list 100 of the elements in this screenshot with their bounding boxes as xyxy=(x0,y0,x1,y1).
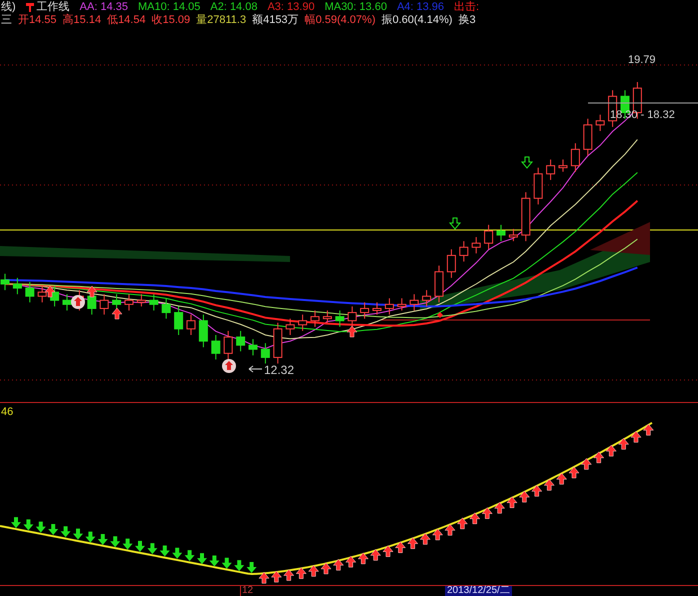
up-arrow-icon xyxy=(444,524,456,536)
down-arrow-icon xyxy=(85,532,96,543)
candlestick xyxy=(384,298,394,316)
candlestick xyxy=(322,310,332,324)
candlestick xyxy=(596,114,605,132)
down-arrow-icon xyxy=(172,548,182,559)
candlestick xyxy=(149,294,158,311)
candlestick xyxy=(224,330,233,360)
candlestick xyxy=(335,310,344,328)
quote-field: 收15.09 xyxy=(152,14,190,27)
circled-arrow-icon xyxy=(71,295,85,309)
candlestick xyxy=(546,159,556,180)
up-arrow-icon xyxy=(420,533,430,545)
price-label: 12.32 xyxy=(264,363,294,377)
down-arrow-icon xyxy=(48,524,58,535)
up-arrow-icon xyxy=(112,308,122,320)
candlestick xyxy=(496,224,506,242)
up-arrow-icon xyxy=(358,552,368,564)
window-title: 线) xyxy=(1,1,16,14)
candlestick xyxy=(0,273,10,291)
period-label: 三 xyxy=(1,14,12,27)
quote-field: 低14.54 xyxy=(107,14,146,27)
down-arrow-icon xyxy=(209,555,220,566)
candlestick xyxy=(248,338,258,356)
candlestick xyxy=(570,142,580,172)
down-arrow-icon xyxy=(60,526,71,538)
candlestick xyxy=(112,294,122,311)
up-arrow-icon xyxy=(606,444,616,456)
candlestick xyxy=(446,248,456,278)
quote-field: 量27811.3 xyxy=(196,14,246,27)
formula-name: 工作线 xyxy=(36,1,70,14)
down-arrow-icon xyxy=(110,536,120,548)
down-arrow-icon xyxy=(448,218,462,230)
candlestick xyxy=(434,265,444,303)
up-arrow-icon xyxy=(408,537,418,549)
candlestick xyxy=(186,314,196,336)
candlestick xyxy=(459,240,468,262)
candlestick xyxy=(273,322,282,364)
candlestick xyxy=(286,318,295,336)
down-arrow-icon xyxy=(11,517,21,528)
quote-field: 幅0.59(4.07%) xyxy=(304,14,376,27)
candlestick xyxy=(583,118,592,156)
up-arrow-icon xyxy=(44,286,56,298)
up-arrow-icon xyxy=(630,431,642,443)
indicator-value: MA30: 13.60 xyxy=(324,1,387,14)
up-arrow-icon xyxy=(86,286,98,298)
candlestick xyxy=(25,281,34,303)
candlestick xyxy=(236,330,246,352)
up-arrow-icon xyxy=(581,458,592,470)
candlestick xyxy=(348,306,357,328)
up-arrow-icon xyxy=(370,549,381,561)
up-arrow-icon xyxy=(506,496,518,508)
down-arrow-icon xyxy=(520,156,534,169)
up-arrow-icon xyxy=(618,438,629,450)
down-arrow-icon xyxy=(98,534,108,545)
candlestick xyxy=(211,334,220,360)
up-arrow-icon xyxy=(258,572,270,584)
candlestick xyxy=(298,314,308,332)
candlestick xyxy=(484,224,494,250)
candlestick xyxy=(472,236,481,254)
band-area xyxy=(590,222,650,255)
up-arrow-icon xyxy=(308,565,319,577)
indicator-value: A3: 13.90 xyxy=(267,1,315,14)
candlestick xyxy=(260,342,270,364)
indicator-value: AA: 14.35 xyxy=(80,1,128,14)
candlestick xyxy=(521,192,530,242)
up-arrow-icon xyxy=(395,542,406,554)
candlestick xyxy=(136,294,146,307)
up-arrow-icon xyxy=(346,326,358,338)
candlestick xyxy=(62,294,72,311)
candlestick xyxy=(174,306,184,336)
quote-field: 额4153万 xyxy=(252,14,299,27)
pointer-arrow-icon xyxy=(248,366,262,372)
up-arrow-icon xyxy=(333,558,344,570)
candlestick xyxy=(558,159,568,172)
candlestick xyxy=(410,294,419,311)
up-arrow-icon xyxy=(346,556,356,568)
up-arrow-icon xyxy=(432,528,443,540)
candlestick xyxy=(360,302,370,320)
down-arrow-icon xyxy=(147,543,158,554)
diamond-marker-icon xyxy=(437,312,443,318)
quote-field: 高15.14 xyxy=(62,14,102,27)
up-arrow-icon xyxy=(382,545,394,557)
up-arrow-icon xyxy=(482,507,492,519)
candlestick xyxy=(198,314,208,348)
down-arrow-icon xyxy=(184,550,195,562)
down-arrow-icon xyxy=(246,562,257,573)
down-arrow-icon xyxy=(23,519,34,530)
up-arrow-icon xyxy=(519,490,530,502)
up-arrow-icon xyxy=(594,452,604,464)
up-arrow-icon xyxy=(556,472,567,484)
up-arrow-icon xyxy=(271,570,282,582)
down-arrow-icon xyxy=(234,560,244,572)
candlestick xyxy=(508,228,518,242)
axis-tick-label: 12 xyxy=(240,586,254,596)
candlestick xyxy=(422,290,432,307)
candlestick xyxy=(12,277,22,295)
up-arrow-icon xyxy=(643,424,654,436)
up-arrow-icon xyxy=(568,466,580,478)
circled-arrow-icon xyxy=(222,359,236,373)
